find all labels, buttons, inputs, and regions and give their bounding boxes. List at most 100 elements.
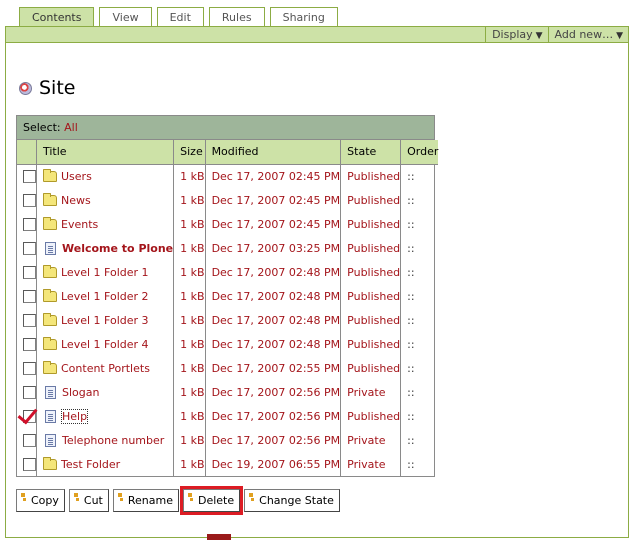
row-checkbox[interactable] <box>23 289 36 303</box>
row-size: 1 kB <box>173 284 206 308</box>
row-checkbox-cell <box>17 332 37 356</box>
row-title-link[interactable]: Users <box>61 170 92 183</box>
row-title-link[interactable]: Help <box>60 408 89 424</box>
action-menu-display[interactable]: Display ▼ <box>485 27 547 42</box>
rename-button[interactable]: Rename <box>112 489 179 512</box>
action-bullet-icon <box>21 493 27 502</box>
row-title-cell: Welcome to Plone <box>35 236 174 260</box>
change-state-button[interactable]: Change State <box>244 489 340 512</box>
row-order-handle[interactable]: :: <box>400 236 439 260</box>
row-modified: Dec 19, 2007 06:55 PM <box>204 452 341 476</box>
header-modified[interactable]: Modified <box>204 140 341 165</box>
row-checkbox-cell <box>17 308 37 332</box>
row-checkbox[interactable] <box>23 337 36 351</box>
row-checkbox[interactable] <box>23 457 36 471</box>
row-state: Published <box>340 188 401 212</box>
header-state[interactable]: State <box>340 140 401 165</box>
action-bullet-icon <box>73 493 80 502</box>
row-title-link[interactable]: Level 1 Folder 1 <box>61 266 149 279</box>
copy-button[interactable]: Copy <box>16 489 65 512</box>
row-checkbox[interactable] <box>23 217 36 231</box>
table-row: Events 1 kB Dec 17, 2007 02:45 PM Published… <box>17 212 439 236</box>
row-title-link[interactable]: Telephone number <box>62 434 164 447</box>
row-modified: Dec 17, 2007 02:45 PM <box>204 188 341 212</box>
row-modified: Dec 17, 2007 02:48 PM <box>204 308 341 332</box>
row-title-link[interactable]: Level 1 Folder 4 <box>61 338 149 351</box>
row-title-link[interactable]: Slogan <box>62 386 99 399</box>
delete-button[interactable]: Delete <box>179 486 244 515</box>
row-checkbox-cell <box>17 188 37 212</box>
row-checkbox-cell <box>17 236 37 260</box>
row-size: 1 kB <box>173 356 206 380</box>
row-order-handle[interactable]: :: <box>400 308 439 332</box>
action-menu-add-new[interactable]: Add new… ▼ <box>547 27 628 42</box>
row-checkbox[interactable] <box>23 265 36 279</box>
tab-view[interactable]: View <box>99 7 152 27</box>
row-order-handle[interactable]: :: <box>400 380 439 404</box>
row-state: Published <box>340 308 401 332</box>
button-label: Change State <box>259 494 334 507</box>
row-checkbox[interactable] <box>23 361 36 375</box>
row-modified: Dec 17, 2007 02:48 PM <box>204 260 341 284</box>
page-title: Site <box>39 77 76 99</box>
row-title-cell: Content Portlets <box>35 356 174 380</box>
row-size: 1 kB <box>173 164 206 188</box>
folder-icon <box>43 192 57 206</box>
row-order-handle[interactable]: :: <box>400 452 439 476</box>
folder-icon <box>43 216 57 230</box>
header-size[interactable]: Size <box>173 140 206 165</box>
row-size: 1 kB <box>173 260 206 284</box>
action-bullet-icon <box>117 493 124 502</box>
row-title-link[interactable]: Test Folder <box>61 458 120 471</box>
select-bar: Select: All <box>17 116 434 140</box>
table-row: Level 1 Folder 1 1 kB Dec 17, 2007 02:48 P… <box>17 260 439 284</box>
row-title-link[interactable]: Level 1 Folder 3 <box>61 314 149 327</box>
row-title-link[interactable]: Content Portlets <box>61 362 150 375</box>
table-row: Content Portlets 1 kB Dec 17, 2007 02:55 P… <box>17 356 439 380</box>
row-title-link[interactable]: Welcome to Plone <box>62 242 173 255</box>
button-label: Rename <box>127 494 173 507</box>
row-size: 1 kB <box>173 332 206 356</box>
tab-edit[interactable]: Edit <box>156 7 204 27</box>
row-state: Published <box>340 356 401 380</box>
cut-button[interactable]: Cut <box>68 489 109 512</box>
action-bullet-icon <box>249 493 255 502</box>
row-checkbox[interactable] <box>23 170 36 183</box>
row-checkbox[interactable] <box>23 193 36 207</box>
row-order-handle[interactable]: :: <box>400 428 439 452</box>
row-state: Published <box>340 404 401 428</box>
row-checkbox[interactable] <box>23 241 36 255</box>
row-order-handle[interactable]: :: <box>400 212 439 236</box>
content-tabs: Contents View Edit Rules Sharing <box>19 7 343 27</box>
row-state: Published <box>340 236 401 260</box>
header-order[interactable]: Order <box>400 140 439 165</box>
tab-rules[interactable]: Rules <box>208 7 265 27</box>
row-checkbox[interactable] <box>23 409 36 423</box>
row-title-link[interactable]: Events <box>61 218 98 231</box>
header-title[interactable]: Title <box>35 140 174 165</box>
row-title-link[interactable]: Level 1 Folder 2 <box>61 290 149 303</box>
row-modified: Dec 17, 2007 02:56 PM <box>204 380 341 404</box>
row-checkbox-cell <box>17 260 37 284</box>
row-checkbox[interactable] <box>23 433 36 447</box>
row-modified: Dec 17, 2007 02:56 PM <box>204 404 341 428</box>
row-modified: Dec 17, 2007 02:55 PM <box>204 356 341 380</box>
chevron-down-icon: ▼ <box>535 31 543 41</box>
row-order-handle[interactable]: :: <box>400 188 439 212</box>
table-row: News 1 kB Dec 17, 2007 02:45 PM Published:: <box>17 188 439 212</box>
select-all-link[interactable]: All <box>64 121 78 134</box>
row-checkbox[interactable] <box>23 385 36 399</box>
row-order-handle[interactable]: :: <box>400 404 439 428</box>
row-order-handle[interactable]: :: <box>400 356 439 380</box>
tab-sharing[interactable]: Sharing <box>269 7 338 27</box>
row-order-handle[interactable]: :: <box>400 164 439 188</box>
table-row: Slogan 1 kB Dec 17, 2007 02:56 PM Private:: <box>17 380 439 404</box>
row-order-handle[interactable]: :: <box>400 260 439 284</box>
row-checkbox[interactable] <box>23 313 36 327</box>
folder-icon <box>43 288 57 302</box>
table-row: Level 1 Folder 2 1 kB Dec 17, 2007 02:48 P… <box>17 284 439 308</box>
row-title-link[interactable]: News <box>61 194 91 207</box>
row-order-handle[interactable]: :: <box>400 284 439 308</box>
tab-contents[interactable]: Contents <box>19 7 95 27</box>
row-order-handle[interactable]: :: <box>400 332 439 356</box>
